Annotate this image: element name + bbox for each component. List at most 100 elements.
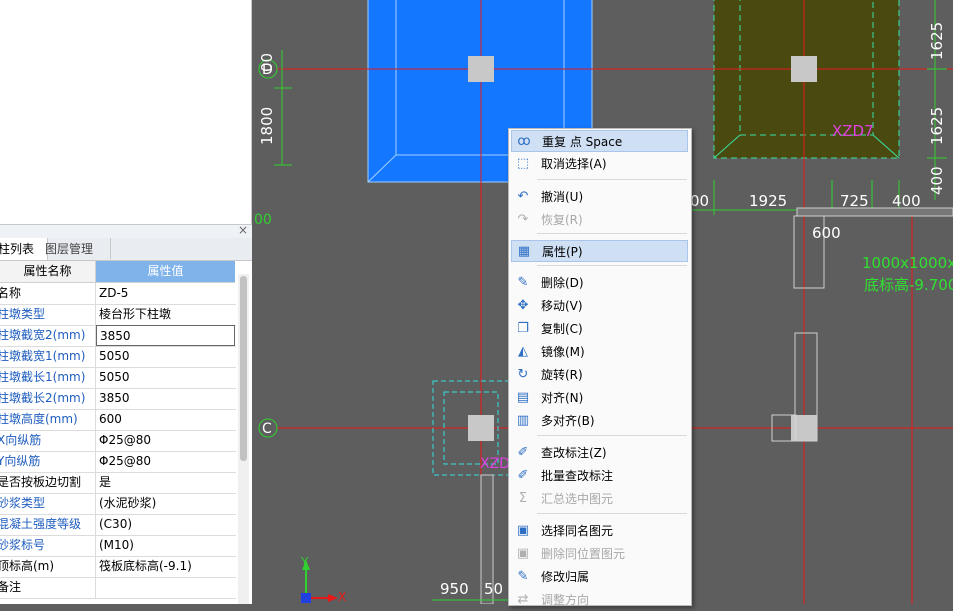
property-row[interactable]: 顶标高(m) 筏板底标高(-9.1): [0, 556, 236, 578]
property-row[interactable]: 柱墩截宽2(mm) 3850: [0, 325, 236, 347]
property-row[interactable]: 柱墩截宽1(mm) 5050: [0, 346, 236, 368]
property-value[interactable]: (C30): [96, 514, 235, 535]
property-name: X向纵筋: [0, 430, 96, 451]
menu-item-label: 移动(V): [541, 299, 583, 313]
property-row[interactable]: 砂浆类型 (水泥砂浆): [0, 493, 236, 515]
tab-layer-management[interactable]: 图层管理: [40, 238, 111, 259]
menu-item-edit-annotation[interactable]: ✐ 查改标注(Z): [511, 442, 688, 464]
dim-left-top: 00: [258, 53, 276, 72]
menu-item-label: 删除(D): [541, 276, 584, 290]
property-name: 柱墩截宽1(mm): [0, 346, 96, 367]
dim-00: 00: [690, 192, 709, 210]
dim-1925: 1925: [749, 192, 787, 210]
menu-separator: [537, 179, 687, 180]
property-row[interactable]: X向纵筋 Φ25@80: [0, 430, 236, 452]
property-value[interactable]: 3850: [96, 388, 235, 409]
menu-item-label: 取消选择(A): [541, 157, 607, 171]
menu-item-label: 查改标注(Z): [541, 446, 607, 460]
dim-1800: 1800: [258, 107, 276, 145]
scrollbar-thumb[interactable]: [240, 276, 247, 461]
property-row[interactable]: 是否按板边切割是: [0, 472, 236, 494]
dim-600: 600: [812, 224, 841, 242]
property-row[interactable]: 名称ZD-5: [0, 283, 236, 305]
repeat-icon: ꝏ: [517, 134, 531, 149]
undo-icon: ↶: [517, 189, 529, 204]
property-value[interactable]: 5050: [96, 367, 235, 388]
property-value[interactable]: 棱台形下柱墩: [96, 304, 235, 325]
menu-item-copy[interactable]: ❐ 复制(C): [511, 318, 688, 340]
property-value[interactable]: (水泥砂浆): [96, 493, 235, 514]
property-value[interactable]: (M10): [96, 535, 235, 556]
menu-item-label: 多对齐(B): [541, 414, 595, 428]
property-value[interactable]: 600: [96, 409, 235, 430]
menu-item-label: 选择同名图元: [541, 524, 614, 538]
menu-item-multi-align[interactable]: ▥ 多对齐(B): [511, 410, 688, 432]
modify-layer-icon: ✎: [517, 569, 529, 584]
menu-item-label: 对齐(N): [541, 391, 584, 405]
property-value[interactable]: 是: [96, 472, 235, 493]
property-value[interactable]: ZD-5: [96, 283, 235, 304]
menu-item-move[interactable]: ✥ 移动(V): [511, 295, 688, 317]
mirror-icon: ◭: [518, 344, 528, 359]
property-value[interactable]: [96, 577, 235, 598]
property-name: 柱墩截长2(mm): [0, 388, 96, 409]
header-property-value: 属性值: [96, 261, 235, 283]
property-row[interactable]: 柱墩截长1(mm) 5050: [0, 367, 236, 389]
menu-item-label: 属性(P): [542, 245, 583, 259]
dim-50: 50: [484, 580, 503, 598]
ucs-y-label: Y: [300, 555, 309, 569]
menu-item-deselect[interactable]: ⬚ 取消选择(A): [511, 153, 688, 175]
menu-item-mirror[interactable]: ◭ 镜像(M): [511, 341, 688, 363]
menu-item-undo[interactable]: ↶ 撤消(U): [511, 186, 688, 208]
edit-annotation-icon: ✐: [517, 445, 529, 460]
property-row[interactable]: 柱墩高度(mm) 600: [0, 409, 236, 431]
note-elevation: 底标高-9.700: [864, 276, 953, 294]
property-name: 柱墩类型: [0, 304, 96, 325]
menu-item-redo: ↷ 恢复(R): [511, 209, 688, 231]
vertical-scrollbar[interactable]: [238, 274, 249, 604]
dim-1625-a: 1625: [928, 22, 946, 60]
property-row[interactable]: 砂浆标号 (M10): [0, 535, 236, 557]
magenta-label: XZD: [480, 456, 510, 472]
menu-item-label: 汇总选中图元: [541, 492, 614, 506]
move-icon: ✥: [517, 298, 529, 313]
menu-item-align[interactable]: ▤ 对齐(N): [511, 387, 688, 409]
property-value-input[interactable]: 3850: [96, 325, 235, 346]
menu-item-label: 删除同位置图元: [541, 547, 626, 561]
property-value[interactable]: 5050: [96, 346, 235, 367]
dim-1625-b: 1625: [928, 107, 946, 145]
property-value[interactable]: 筏板底标高(-9.1): [96, 556, 235, 577]
property-name: Y向纵筋: [0, 451, 96, 472]
menu-separator: [537, 233, 687, 234]
menu-item-batch-annotation[interactable]: ✐ 批量查改标注: [511, 465, 688, 487]
property-name: 备注: [0, 577, 96, 598]
property-row[interactable]: 备注: [0, 577, 236, 599]
menu-item-modify-layer[interactable]: ✎ 修改归属: [511, 566, 688, 588]
property-row[interactable]: Y向纵筋 Φ25@80: [0, 451, 236, 473]
menu-item-rotate[interactable]: ↻ 旋转(R): [511, 364, 688, 386]
menu-item-select-same-name[interactable]: ▣ 选择同名图元: [511, 520, 688, 542]
menu-item-properties[interactable]: ▦ 属性(P): [511, 240, 688, 262]
menu-separator: [537, 513, 687, 514]
menu-item-delete[interactable]: ✎ 删除(D): [511, 272, 688, 294]
menu-item-label: 镜像(M): [541, 345, 585, 359]
property-name: 砂浆标号: [0, 535, 96, 556]
menu-item-label: 调整方向: [541, 593, 590, 607]
hatched-wall: [796, 207, 953, 217]
menu-item-delete-same-position: ▣ 删除同位置图元: [511, 543, 688, 565]
property-row[interactable]: 柱墩截长2(mm) 3850: [0, 388, 236, 410]
property-value[interactable]: Φ25@80: [96, 451, 235, 472]
axis-label-c: C: [262, 421, 272, 437]
close-icon[interactable]: ×: [238, 223, 248, 237]
dim-400-v: 400: [928, 166, 946, 195]
property-row[interactable]: 混凝土强度等级 (C30): [0, 514, 236, 536]
menu-item-repeat[interactable]: ꝏ 重复 点 Space: [511, 130, 688, 152]
property-value[interactable]: Φ25@80: [96, 430, 235, 451]
properties-panel: 柱列表 图层管理 属性名称 属性值 名称ZD-5柱墩类型棱台形下柱墩柱墩截宽2(…: [0, 238, 252, 604]
delete-icon: ✎: [517, 275, 529, 290]
menu-item-label: 修改归属: [541, 570, 590, 584]
property-row[interactable]: 柱墩类型 棱台形下柱墩: [0, 304, 236, 326]
grip: [791, 56, 817, 82]
property-name: 名称: [0, 283, 96, 304]
select-same-name-icon: ▣: [516, 523, 530, 538]
